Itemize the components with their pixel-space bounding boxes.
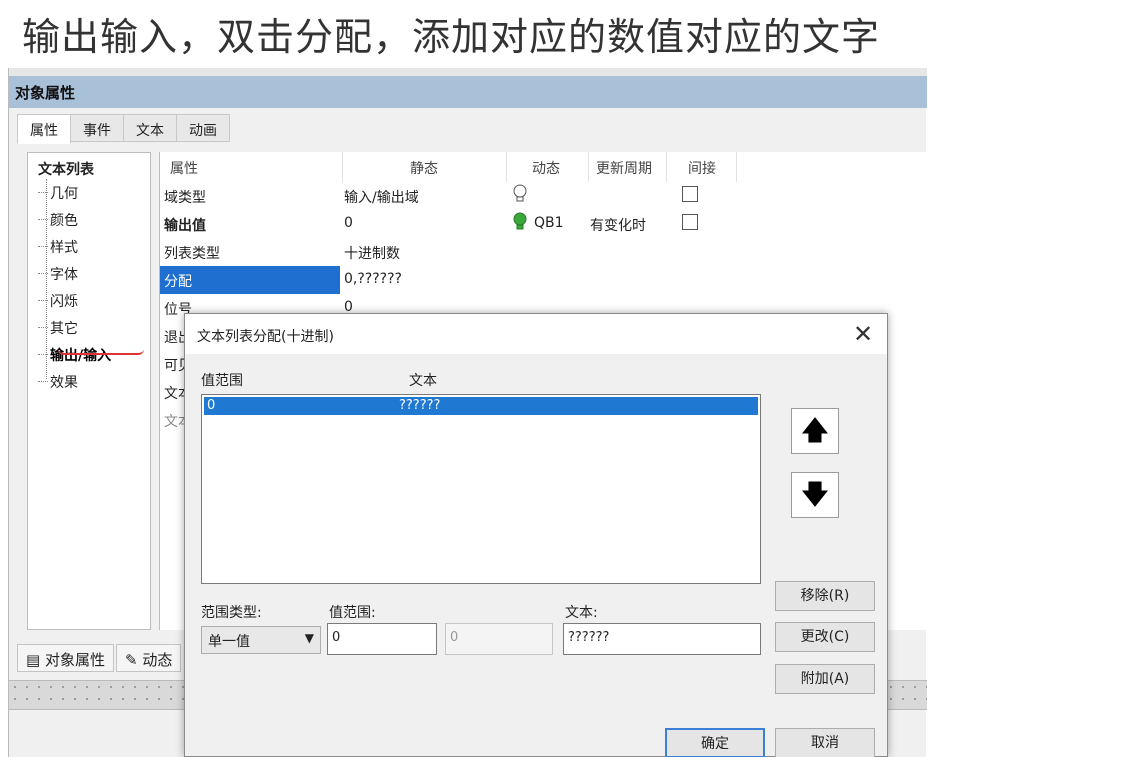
text-input[interactable]: ?????? (563, 623, 761, 655)
animation-icon: ✎ (124, 651, 138, 669)
row-static: 输入/输出域 (344, 190, 419, 206)
tab-dynamic[interactable]: ✎ 动态 (115, 644, 182, 672)
property-tabs: 属性 事件 文本 动画 (17, 114, 230, 144)
chevron-down-icon: ▼ (304, 631, 314, 645)
indirect-checkbox[interactable] (682, 214, 698, 230)
panel-title: 对象属性 (9, 76, 927, 108)
list-item[interactable]: 0 ?????? (204, 397, 758, 415)
tree-item-other[interactable]: 其它 (38, 318, 78, 338)
arrow-up-icon: 🡅 (801, 416, 829, 446)
bottom-tabs: ▤ 对象属性 ✎ 动态 (17, 644, 183, 672)
row-update-cycle: 有变化时 (590, 218, 646, 234)
assignment-list[interactable]: 0 ?????? (201, 394, 761, 584)
row-static: 0,?????? (344, 271, 402, 287)
tab-properties[interactable]: 属性 (17, 114, 71, 144)
row-name: 输出值 (164, 218, 206, 234)
range-type-value: 单一值 (208, 634, 250, 650)
grid-row-output-value[interactable]: 输出值 0 QB1 有变化时 (160, 210, 720, 238)
tree-connector (46, 179, 47, 379)
tree-item-geometry[interactable]: 几何 (38, 183, 78, 203)
header-update-cycle: 更新周期 (596, 161, 652, 177)
list-item-text: ?????? (399, 398, 441, 413)
range-type-label: 范围类型: (201, 605, 262, 621)
tab-label: 对象属性 (44, 651, 105, 669)
tab-object-properties[interactable]: ▤ 对象属性 (17, 644, 114, 672)
row-name: 域类型 (164, 190, 206, 206)
grid-row-list-type[interactable]: 列表类型 十进制数 (160, 238, 720, 266)
row-static: 0 (344, 215, 353, 231)
value-range-label: 值范围: (329, 605, 376, 621)
tree-item-output-input[interactable]: 输出/输入 (37, 345, 111, 365)
cancel-button[interactable]: 取消 (775, 728, 875, 757)
tree-root[interactable]: 文本列表 (38, 159, 94, 179)
indirect-checkbox[interactable] (682, 186, 698, 202)
tree-item-flash[interactable]: 闪烁 (38, 291, 78, 311)
range-type-select[interactable]: 单一值 ▼ (201, 626, 321, 654)
text-label: 文本: (565, 605, 598, 621)
bulb-icon[interactable] (512, 184, 528, 208)
ok-button[interactable]: 确定 (665, 728, 765, 757)
move-down-button[interactable]: 🡇 (791, 472, 839, 518)
remove-button[interactable]: 移除(R) (775, 581, 875, 611)
row-name: 列表类型 (164, 246, 220, 262)
bulb-active-icon[interactable] (512, 212, 528, 236)
value-from-input[interactable]: 0 (327, 623, 437, 655)
properties-icon: ▤ (26, 651, 41, 669)
arrow-down-icon: 🡇 (801, 480, 829, 510)
row-dynamic: QB1 (534, 215, 564, 231)
tab-text[interactable]: 文本 (123, 114, 177, 142)
text-list-assignment-dialog: 文本列表分配(十进制) ✕ 值范围 文本 0 ?????? 🡅 🡇 移除(R) … (184, 313, 888, 757)
header-dynamic: 动态 (532, 161, 560, 177)
col-value-range: 值范围 (201, 373, 243, 389)
row-name: 分配 (160, 266, 340, 294)
tree-item-effect[interactable]: 效果 (38, 372, 78, 392)
property-tree: 文本列表 几何 颜色 样式 字体 闪烁 其它 输出/输入 效果 (27, 152, 151, 630)
list-item-value: 0 (207, 398, 216, 413)
panel-top-strip (9, 68, 927, 76)
tree-item-color[interactable]: 颜色 (38, 210, 78, 230)
video-caption: 输出输入，双击分配，添加对应的数值对应的文字 (22, 15, 881, 59)
change-button[interactable]: 更改(C) (775, 622, 875, 652)
col-text: 文本 (409, 373, 437, 389)
value-to-input: 0 (445, 623, 553, 655)
red-underline-annotation (58, 349, 144, 355)
header-property: 属性 (170, 161, 198, 177)
tab-animation[interactable]: 动画 (176, 114, 230, 142)
row-static: 十进制数 (344, 246, 400, 262)
close-icon[interactable]: ✕ (849, 320, 877, 348)
dialog-title: 文本列表分配(十进制) (197, 329, 334, 345)
grid-row-field-type[interactable]: 域类型 输入/输出域 (160, 182, 720, 210)
dialog-titlebar: 文本列表分配(十进制) ✕ (185, 314, 887, 354)
tab-label: 动态 (142, 651, 173, 669)
grid-row-assignment[interactable]: 分配 0,?????? (160, 266, 720, 294)
move-up-button[interactable]: 🡅 (791, 408, 839, 454)
tab-events[interactable]: 事件 (70, 114, 124, 142)
add-button[interactable]: 附加(A) (775, 664, 875, 694)
header-static: 静态 (410, 161, 438, 177)
tree-item-font[interactable]: 字体 (38, 264, 78, 284)
tree-item-style[interactable]: 样式 (38, 237, 78, 257)
header-indirect: 间接 (688, 161, 716, 177)
grid-header: 属性 静态 动态 更新周期 间接 (160, 152, 928, 182)
